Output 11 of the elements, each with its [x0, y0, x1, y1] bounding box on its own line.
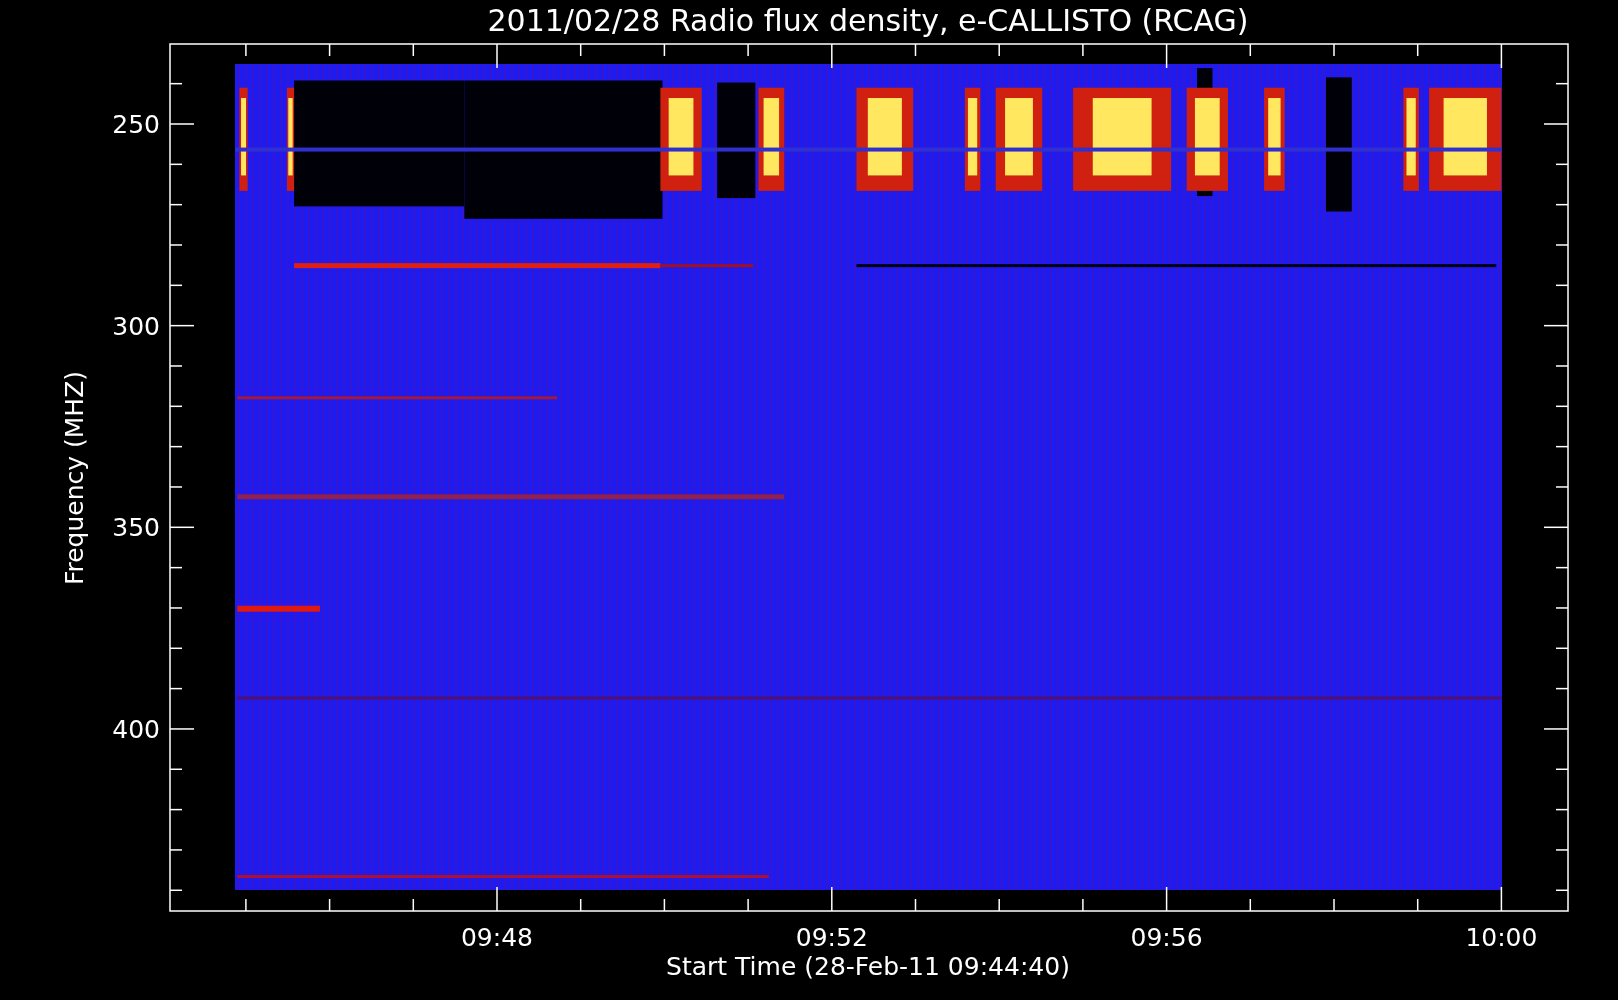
tick-label: 09:56 — [1130, 923, 1203, 952]
axis-label: Frequency (MHZ) — [60, 370, 89, 586]
tick-label: 250 — [112, 110, 160, 139]
tick-label: 400 — [112, 714, 160, 744]
tick-label: 300 — [112, 311, 160, 341]
tick-label: 09:52 — [795, 923, 868, 952]
tick-label: 350 — [112, 513, 160, 543]
chart-title: 2011/02/28 Radio flux density, e-CALLISTO (RCAG) — [487, 3, 1249, 38]
tick-label: 09:48 — [461, 923, 533, 952]
axis-label: Start Time (28-Feb-11 09:44:40) — [666, 952, 1070, 981]
tick-label: 10:00 — [1465, 923, 1538, 952]
